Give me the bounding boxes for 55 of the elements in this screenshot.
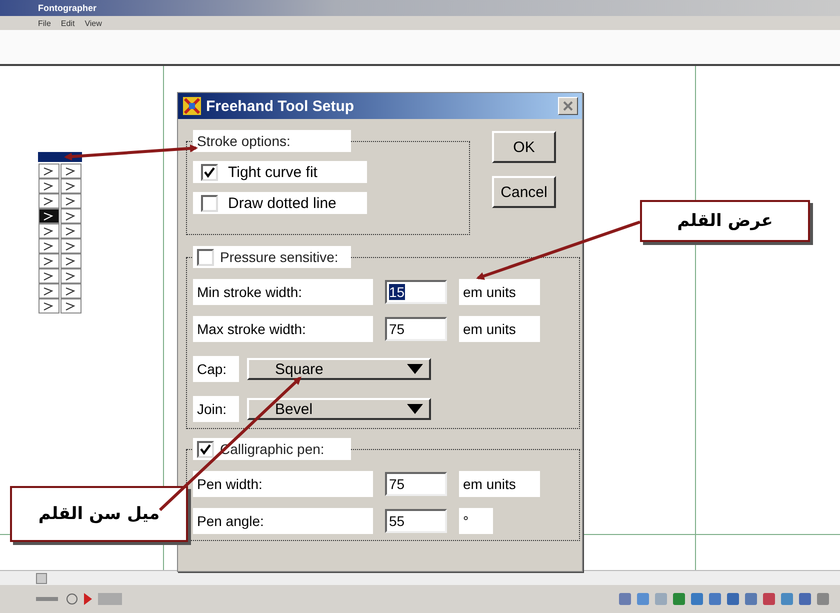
input-field[interactable]: 75 [385, 472, 447, 496]
tray-icon [726, 592, 740, 606]
dialog-button[interactable]: OK [492, 131, 556, 163]
tray-icon [618, 592, 632, 606]
close-icon [563, 101, 573, 111]
checkmark-icon [200, 444, 211, 454]
option-label: Draw dotted line [228, 194, 336, 212]
tray-icon [762, 592, 776, 606]
field-label: Pen width: [193, 471, 373, 497]
caret-icon [407, 364, 423, 374]
tray-icon [816, 592, 830, 606]
dialog-button[interactable]: Cancel [492, 176, 556, 208]
checkbox[interactable] [197, 440, 214, 458]
tray-icon [798, 592, 812, 606]
unit-label: em units [459, 471, 540, 497]
tray-icon [780, 592, 794, 606]
tray-icon [654, 592, 668, 606]
callout-label: عرض القلم [640, 200, 810, 242]
tray-icon [690, 592, 704, 606]
input-field[interactable]: 15 [385, 280, 447, 304]
tray-icon [708, 592, 722, 606]
tray-icon [636, 592, 650, 606]
unit-label: em units [459, 279, 540, 305]
checkmark-icon [204, 166, 215, 178]
dropdown[interactable]: Square [247, 358, 431, 380]
scroll-button[interactable] [36, 572, 47, 584]
option-label: Tight curve fit [228, 164, 318, 180]
field-label: Cap: [193, 356, 239, 382]
field-label: Join: [193, 396, 239, 422]
input-field[interactable]: 55 [385, 509, 447, 533]
close-button[interactable] [558, 97, 578, 115]
menu-item[interactable]: File [38, 18, 51, 28]
tray-icon [744, 592, 758, 606]
checkbox[interactable] [201, 164, 218, 180]
dropdown[interactable]: Bevel [247, 398, 431, 420]
input-field[interactable]: 75 [385, 317, 447, 341]
unit-label: ° [459, 508, 493, 534]
menu-item[interactable]: Edit [60, 18, 75, 28]
checkbox[interactable] [197, 248, 214, 266]
checkbox-option[interactable]: Tight curve fit [193, 161, 367, 183]
field-label: Max stroke width: [193, 316, 373, 342]
checkbox-option[interactable]: Draw dotted line [193, 192, 367, 214]
field-label: Min stroke width: [193, 279, 373, 305]
checkbox[interactable] [201, 194, 218, 212]
group-label: Stroke options: [193, 130, 351, 152]
checkbox-label: Pressure sensitive: [220, 249, 338, 265]
menu-item[interactable]: View [84, 18, 102, 28]
tray-icon [672, 592, 686, 606]
dialog-title: Freehand Tool Setup [206, 98, 356, 114]
field-label: Pen angle: [193, 508, 373, 534]
unit-label: em units [459, 316, 540, 342]
app-title: Fontographer [38, 3, 96, 13]
caret-icon [407, 404, 423, 414]
callout-label: ميل سن القلم [10, 486, 188, 542]
app-icon [182, 96, 202, 116]
